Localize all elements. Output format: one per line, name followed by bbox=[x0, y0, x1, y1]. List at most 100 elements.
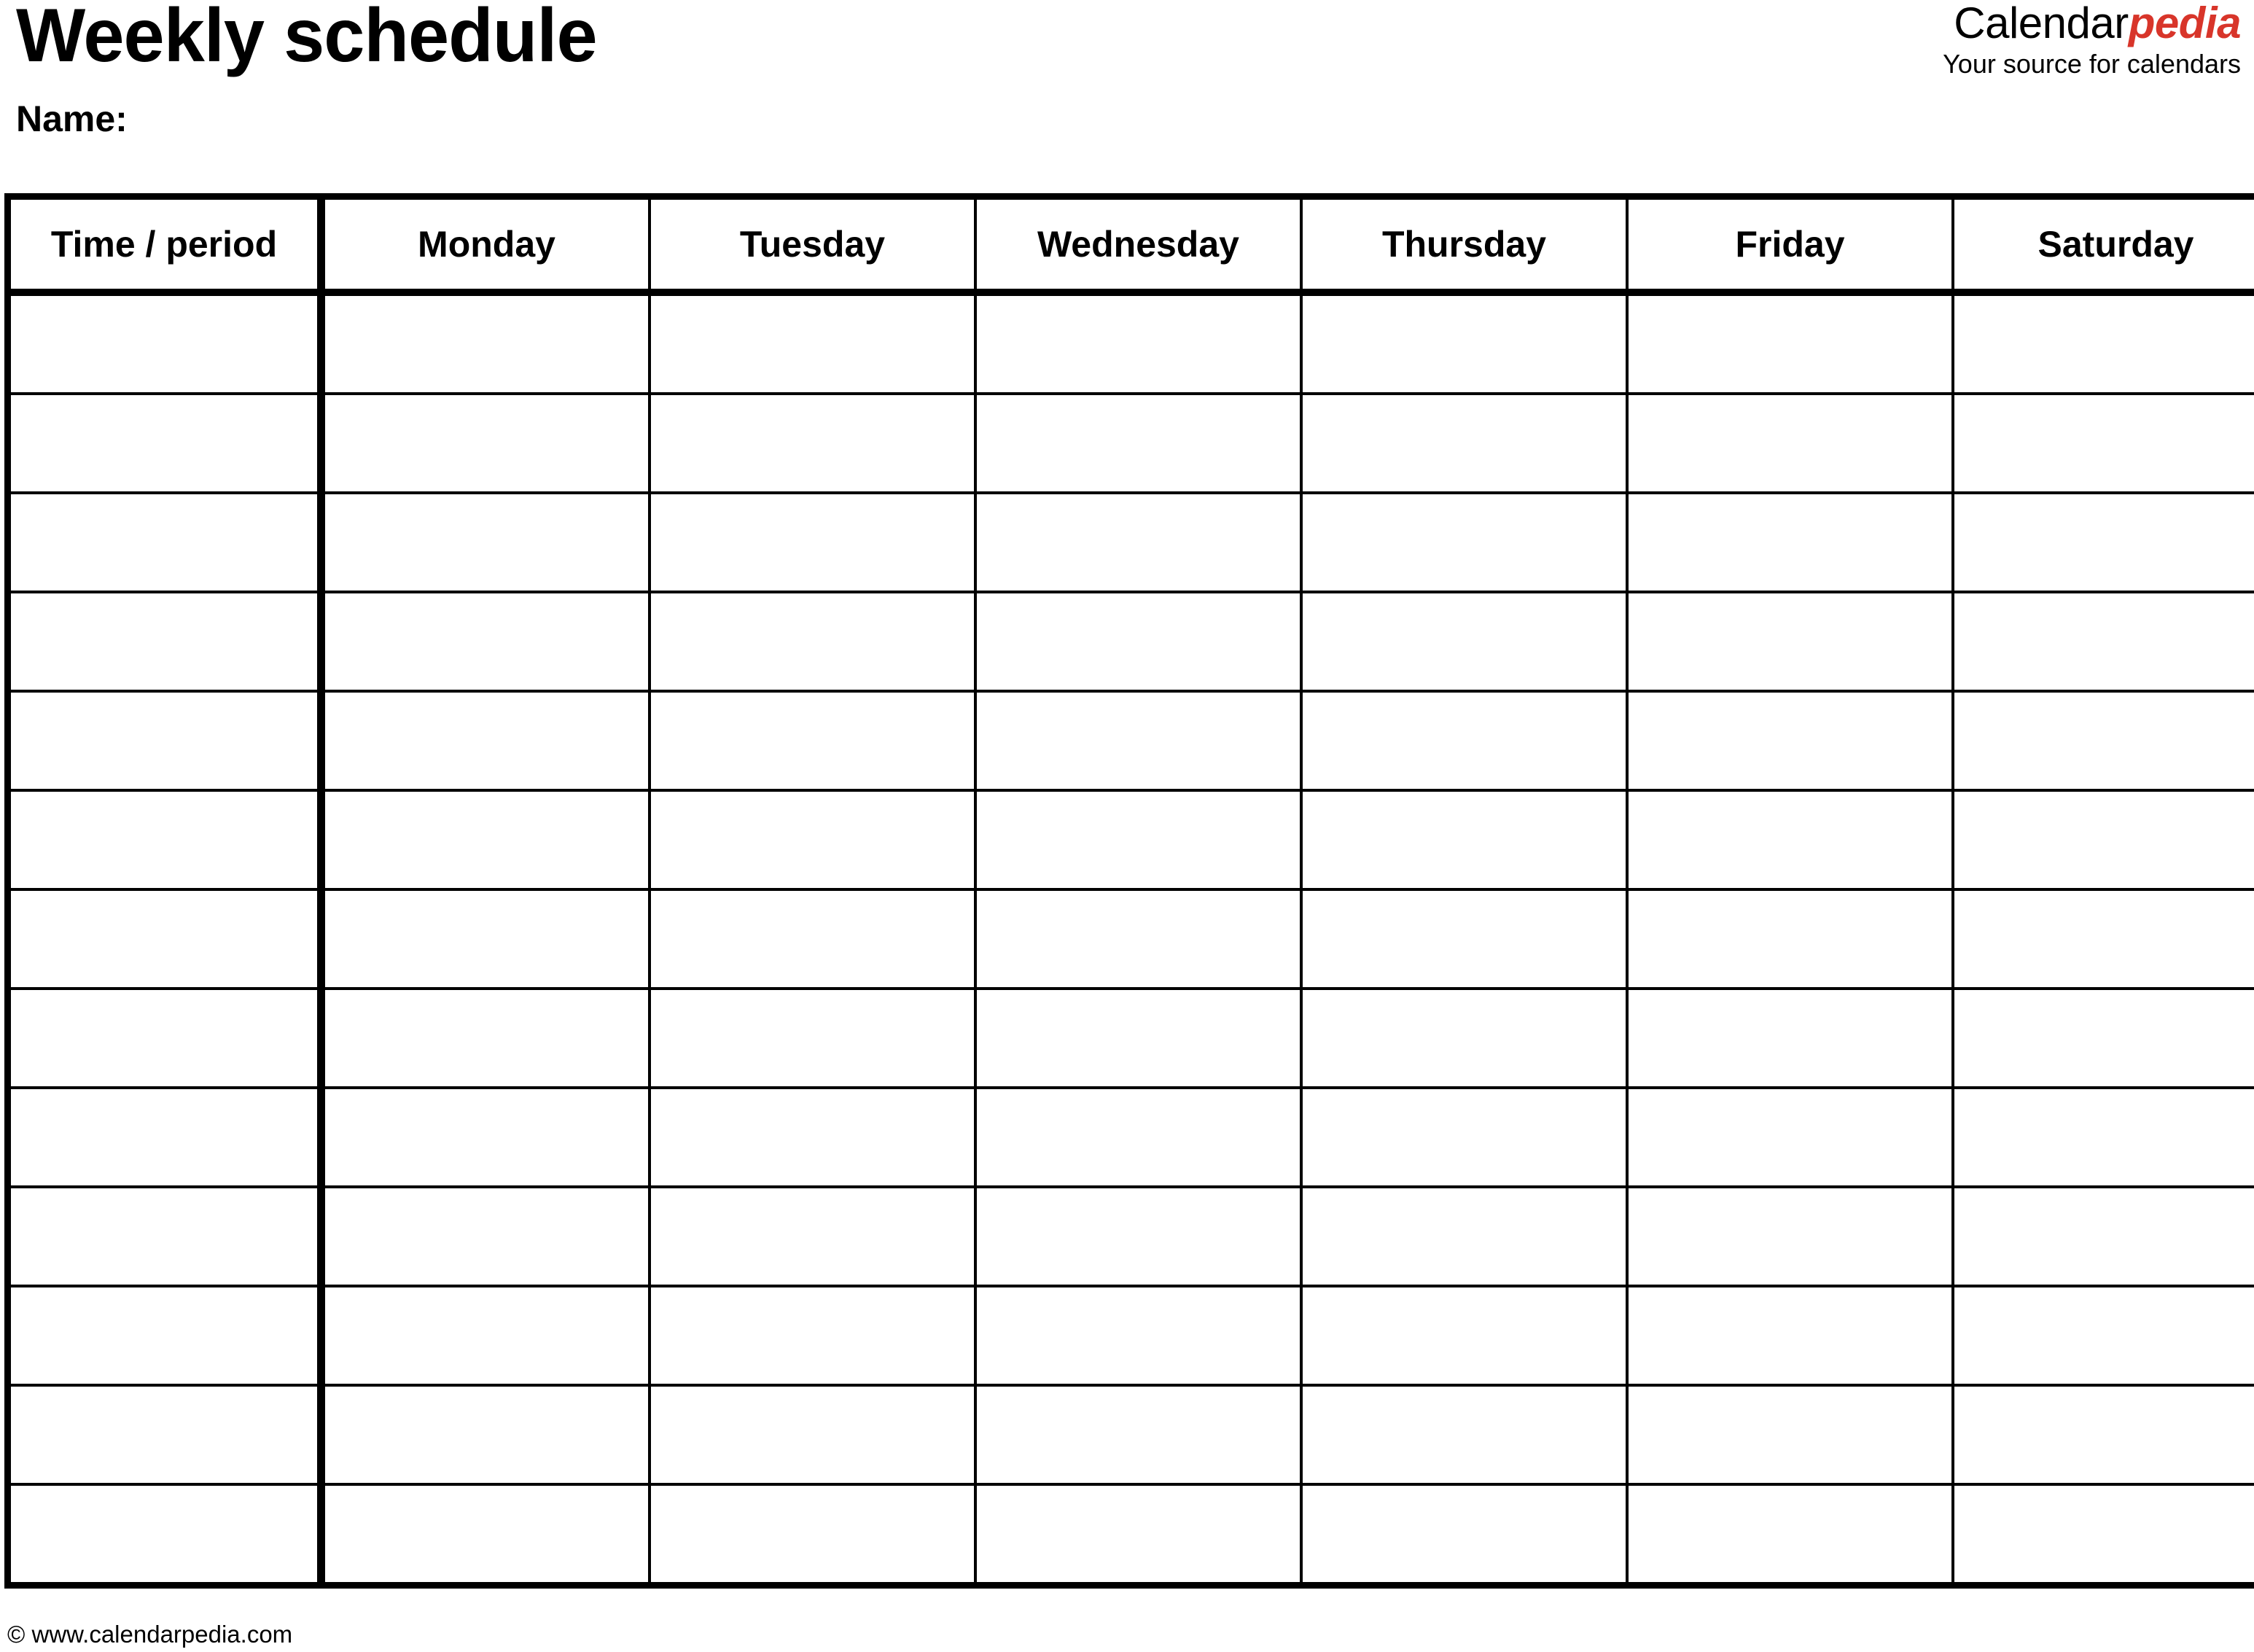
cell-thursday[interactable] bbox=[1300, 392, 1629, 494]
cell-saturday[interactable] bbox=[1951, 392, 2254, 494]
cell-time[interactable] bbox=[6, 1285, 325, 1387]
cell-saturday[interactable] bbox=[1951, 1185, 2254, 1287]
cell-tuesday[interactable] bbox=[648, 1086, 977, 1188]
cell-saturday[interactable] bbox=[1951, 291, 2254, 395]
cell-wednesday[interactable] bbox=[974, 987, 1303, 1089]
cell-monday[interactable] bbox=[319, 789, 651, 891]
cell-thursday[interactable] bbox=[1300, 591, 1629, 693]
cell-monday[interactable] bbox=[319, 1483, 651, 1589]
cell-thursday[interactable] bbox=[1300, 789, 1629, 891]
cell-saturday[interactable] bbox=[1951, 591, 2254, 693]
cell-saturday[interactable] bbox=[1951, 1086, 2254, 1188]
table-row bbox=[6, 690, 2254, 792]
cell-friday[interactable] bbox=[1626, 1384, 1954, 1486]
cell-tuesday[interactable] bbox=[648, 392, 977, 494]
cell-monday[interactable] bbox=[319, 1384, 651, 1486]
cell-monday[interactable] bbox=[319, 1285, 651, 1387]
cell-wednesday[interactable] bbox=[974, 591, 1303, 693]
brand-tagline: Your source for calendars bbox=[1943, 49, 2241, 79]
cell-wednesday[interactable] bbox=[974, 1483, 1303, 1589]
cell-wednesday[interactable] bbox=[974, 392, 1303, 494]
cell-thursday[interactable] bbox=[1300, 888, 1629, 990]
cell-time[interactable] bbox=[6, 1185, 325, 1287]
cell-monday[interactable] bbox=[319, 491, 651, 593]
cell-thursday[interactable] bbox=[1300, 690, 1629, 792]
cell-time[interactable] bbox=[6, 1483, 325, 1589]
cell-wednesday[interactable] bbox=[974, 789, 1303, 891]
cell-friday[interactable] bbox=[1626, 491, 1954, 593]
cell-time[interactable] bbox=[6, 1086, 325, 1188]
cell-friday[interactable] bbox=[1626, 1086, 1954, 1188]
cell-tuesday[interactable] bbox=[648, 690, 977, 792]
cell-thursday[interactable] bbox=[1300, 1086, 1629, 1188]
cell-tuesday[interactable] bbox=[648, 987, 977, 1089]
cell-friday[interactable] bbox=[1626, 1285, 1954, 1387]
cell-thursday[interactable] bbox=[1300, 1384, 1629, 1486]
cell-time[interactable] bbox=[6, 1384, 325, 1486]
cell-wednesday[interactable] bbox=[974, 888, 1303, 990]
cell-tuesday[interactable] bbox=[648, 291, 977, 395]
cell-monday[interactable] bbox=[319, 987, 651, 1089]
table-row bbox=[6, 1086, 2254, 1188]
cell-friday[interactable] bbox=[1626, 789, 1954, 891]
cell-tuesday[interactable] bbox=[648, 888, 977, 990]
cell-saturday[interactable] bbox=[1951, 690, 2254, 792]
cell-saturday[interactable] bbox=[1951, 1285, 2254, 1387]
cell-thursday[interactable] bbox=[1300, 491, 1629, 593]
cell-monday[interactable] bbox=[319, 591, 651, 693]
table-row bbox=[6, 987, 2254, 1089]
cell-time[interactable] bbox=[6, 888, 325, 990]
cell-wednesday[interactable] bbox=[974, 1384, 1303, 1486]
cell-wednesday[interactable] bbox=[974, 1185, 1303, 1287]
cell-friday[interactable] bbox=[1626, 888, 1954, 990]
cell-tuesday[interactable] bbox=[648, 789, 977, 891]
cell-monday[interactable] bbox=[319, 1185, 651, 1287]
cell-saturday[interactable] bbox=[1951, 1483, 2254, 1589]
cell-friday[interactable] bbox=[1626, 591, 1954, 693]
cell-thursday[interactable] bbox=[1300, 1285, 1629, 1387]
cell-saturday[interactable] bbox=[1951, 491, 2254, 593]
cell-friday[interactable] bbox=[1626, 1483, 1954, 1589]
cell-friday[interactable] bbox=[1626, 291, 1954, 395]
cell-saturday[interactable] bbox=[1951, 888, 2254, 990]
cell-tuesday[interactable] bbox=[648, 1185, 977, 1287]
cell-time[interactable] bbox=[6, 291, 325, 395]
cell-tuesday[interactable] bbox=[648, 591, 977, 693]
cell-tuesday[interactable] bbox=[648, 1483, 977, 1589]
cell-time[interactable] bbox=[6, 591, 325, 693]
cell-monday[interactable] bbox=[319, 291, 651, 395]
cell-wednesday[interactable] bbox=[974, 491, 1303, 593]
cell-monday[interactable] bbox=[319, 392, 651, 494]
weekly-schedule-table: Time / period Monday Tuesday Wednesday Thurs… bbox=[4, 193, 2254, 1589]
cell-thursday[interactable] bbox=[1300, 1483, 1629, 1589]
cell-friday[interactable] bbox=[1626, 987, 1954, 1089]
cell-thursday[interactable] bbox=[1300, 1185, 1629, 1287]
cell-time[interactable] bbox=[6, 491, 325, 593]
cell-saturday[interactable] bbox=[1951, 1384, 2254, 1486]
table-row bbox=[6, 1185, 2254, 1287]
cell-tuesday[interactable] bbox=[648, 1285, 977, 1387]
cell-tuesday[interactable] bbox=[648, 491, 977, 593]
cell-saturday[interactable] bbox=[1951, 987, 2254, 1089]
cell-tuesday[interactable] bbox=[648, 1384, 977, 1486]
cell-monday[interactable] bbox=[319, 888, 651, 990]
cell-time[interactable] bbox=[6, 987, 325, 1089]
cell-monday[interactable] bbox=[319, 690, 651, 792]
cell-monday[interactable] bbox=[319, 1086, 651, 1188]
column-header-wednesday: Wednesday bbox=[974, 195, 1303, 296]
cell-thursday[interactable] bbox=[1300, 987, 1629, 1089]
cell-friday[interactable] bbox=[1626, 1185, 1954, 1287]
cell-saturday[interactable] bbox=[1951, 789, 2254, 891]
cell-friday[interactable] bbox=[1626, 392, 1954, 494]
table-row bbox=[6, 291, 2254, 395]
cell-wednesday[interactable] bbox=[974, 1285, 1303, 1387]
cell-friday[interactable] bbox=[1626, 690, 1954, 792]
cell-time[interactable] bbox=[6, 789, 325, 891]
cell-thursday[interactable] bbox=[1300, 291, 1629, 395]
cell-wednesday[interactable] bbox=[974, 1086, 1303, 1188]
column-header-saturday: Saturday bbox=[1951, 195, 2254, 296]
cell-wednesday[interactable] bbox=[974, 690, 1303, 792]
cell-time[interactable] bbox=[6, 690, 325, 792]
cell-time[interactable] bbox=[6, 392, 325, 494]
cell-wednesday[interactable] bbox=[974, 291, 1303, 395]
